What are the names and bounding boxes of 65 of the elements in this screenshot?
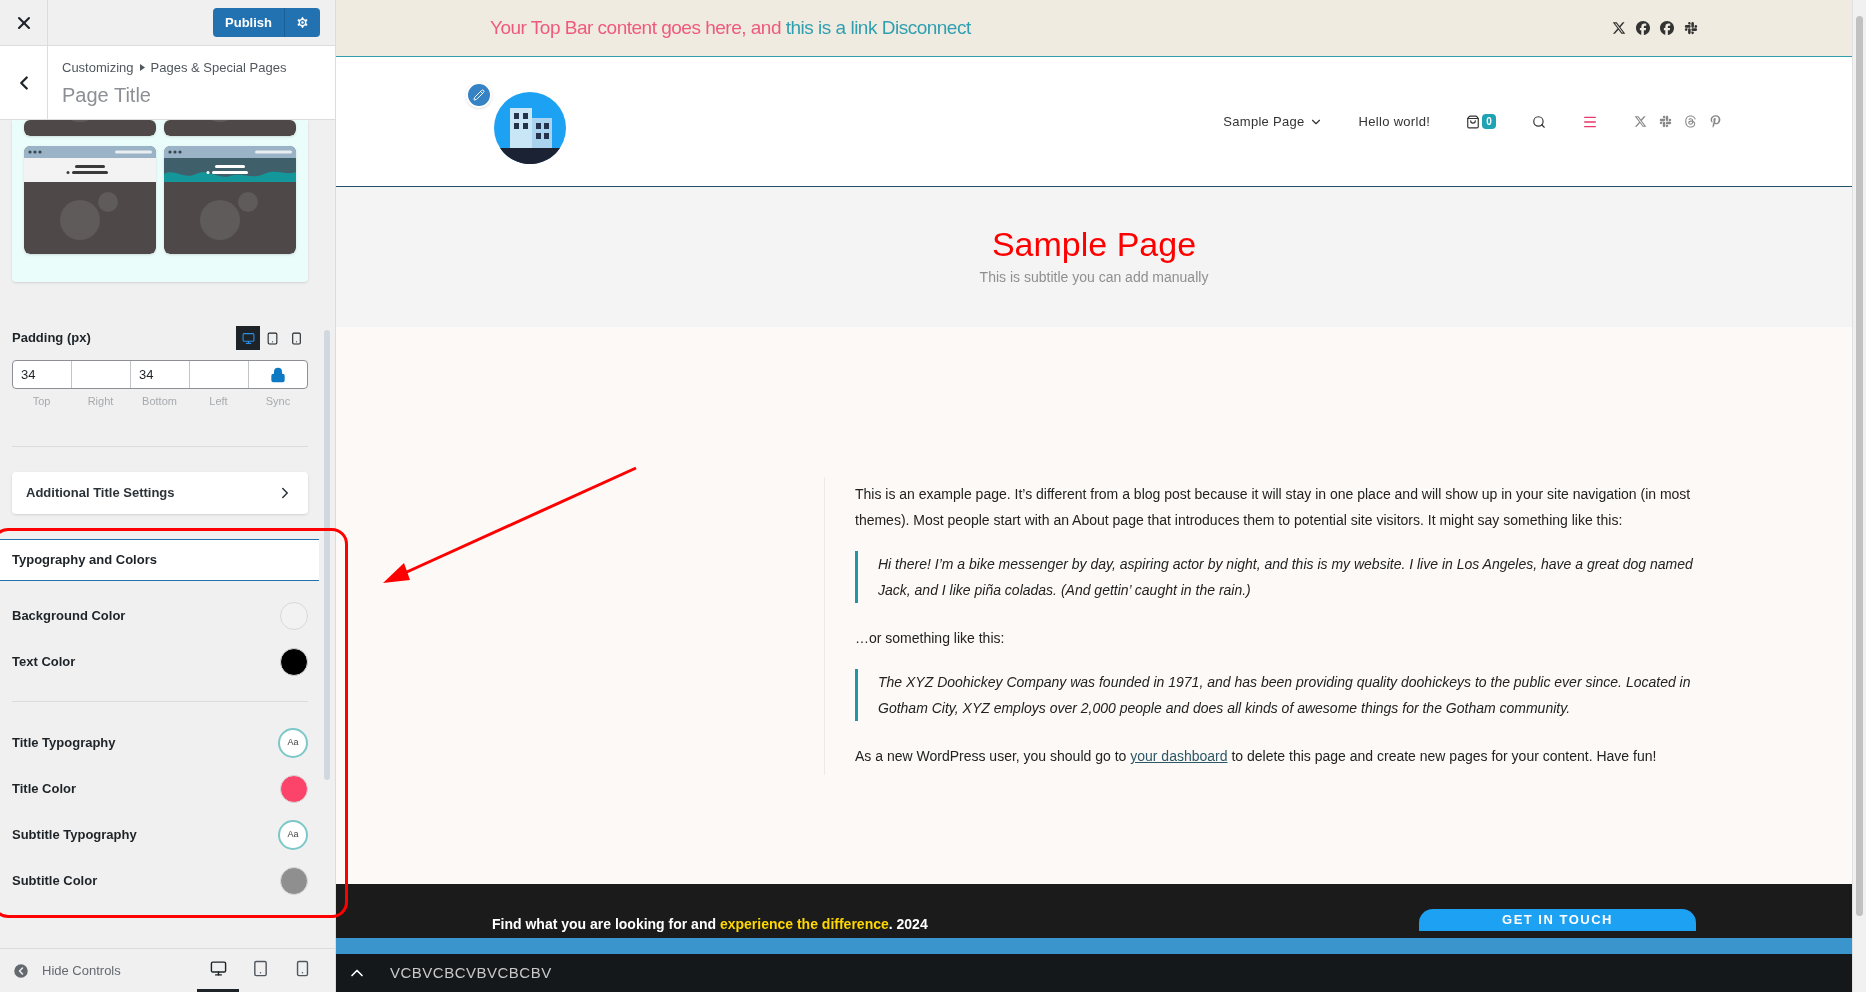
additional-settings-button[interactable]: Additional Title Settings xyxy=(12,471,308,514)
pinterest-icon[interactable] xyxy=(1709,115,1722,128)
field-caption: Right xyxy=(86,394,115,409)
footer-text: Find what you are looking for and experience the difference. 2024 xyxy=(492,915,928,934)
color-swatch[interactable] xyxy=(280,866,308,895)
breadcrumb-text: Customizing xyxy=(62,59,134,77)
pencil-icon[interactable] xyxy=(473,88,485,101)
facebook-icon[interactable] xyxy=(1636,21,1650,35)
quote-text: The XYZ Doohickey Company was founded in 1971, and has been providing quality doohickeys to the public ever since. Located in Gotham City, XYZ employs over 2,000 people and does all kinds of awesome things for the Gotham community. xyxy=(855,669,1702,721)
page-scrollbar[interactable] xyxy=(1852,0,1866,992)
triangle-icon xyxy=(139,64,145,72)
typography-button[interactable]: Aa xyxy=(278,819,308,850)
threads-icon[interactable] xyxy=(1684,115,1697,128)
color-swatch[interactable] xyxy=(280,647,308,676)
padding-field[interactable]: 34 xyxy=(131,361,190,388)
setting-label: Title Typography xyxy=(12,733,116,752)
padding-label: Padding (px) xyxy=(12,329,91,348)
page-subtitle: This is subtitle you can add manually xyxy=(979,267,1209,287)
padding-field[interactable]: 34 xyxy=(13,361,72,388)
paragraph-text: …or something like this: xyxy=(855,629,1006,648)
setting-label: Subtitle Typography xyxy=(12,825,137,844)
edit-button[interactable] xyxy=(466,81,492,108)
bag-icon[interactable] xyxy=(1466,114,1481,129)
setting-label: Title Color xyxy=(12,779,77,798)
nav-link[interactable]: Hello world! xyxy=(1358,111,1431,132)
arrow-left-icon[interactable] xyxy=(12,961,30,980)
scrollbar[interactable] xyxy=(324,330,330,780)
top-bar-text: Your Top Bar content goes here, and this is a link Disconnect xyxy=(490,15,971,40)
nav-link[interactable]: Sample Page xyxy=(1223,111,1323,132)
layout-thumbnail[interactable] xyxy=(164,120,296,136)
field-caption: Top xyxy=(31,394,52,409)
layout-thumbnail[interactable] xyxy=(24,146,156,254)
setting-label: Text Color xyxy=(12,652,76,671)
desktop-icon[interactable] xyxy=(209,960,227,977)
section-title: Page Title xyxy=(62,82,152,108)
color-swatch[interactable] xyxy=(280,601,308,630)
section-heading: Typography and Colors xyxy=(12,550,157,569)
layout-thumbnail[interactable] xyxy=(24,120,156,136)
dashboard-link[interactable]: your dashboard xyxy=(1130,748,1228,764)
page-title: Sample Page xyxy=(991,226,1197,261)
tablet-icon[interactable] xyxy=(251,960,269,977)
field-caption: Bottom xyxy=(141,394,178,409)
setting-label: Background Color xyxy=(12,606,126,625)
slack-icon[interactable] xyxy=(1684,21,1698,35)
paragraph-text: This is an example page. It’s different from a blog post because it will stay in one place and will show up in your site navigation (in most themes). Most people start with an About page that introduces them to potential site visitors. It might say something like this: xyxy=(855,485,1692,530)
hide-controls-button[interactable]: Hide Controls xyxy=(12,960,121,981)
bottom-bar-text: VCBVCBCVBVCBCBV xyxy=(390,962,552,983)
typography-button[interactable]: Aa xyxy=(278,727,308,758)
cart-count: 0 xyxy=(1482,114,1496,129)
section-header[interactable]: Typography and Colors xyxy=(0,538,319,581)
logo[interactable] xyxy=(494,91,566,164)
color-swatch[interactable] xyxy=(280,774,308,803)
paragraph-text: As a new WordPress user, you should go to your dashboard to delete this page and create new pages for your content. Have fun! xyxy=(855,747,1658,766)
publish-button[interactable]: Publish xyxy=(213,8,284,37)
tablet-icon[interactable] xyxy=(265,331,279,345)
breadcrumb-text: Pages & Special Pages xyxy=(150,59,287,77)
layout-thumbnail[interactable] xyxy=(164,146,296,254)
field-caption: Sync xyxy=(264,394,292,409)
field-caption: Left xyxy=(208,394,229,409)
mobile-icon[interactable] xyxy=(289,331,303,345)
setting-label: Subtitle Color xyxy=(12,871,98,890)
facebook-icon[interactable] xyxy=(1660,21,1674,35)
quote-text: Hi there! I’m a bike messenger by day, aspiring actor by night, and this is my website. I live in Los Angeles, have a great dog named Jack, and I like piña coladas. (And gettin’ caught in the rain.) xyxy=(855,551,1702,603)
search-icon[interactable] xyxy=(1532,114,1546,129)
x-icon[interactable] xyxy=(1612,21,1626,35)
